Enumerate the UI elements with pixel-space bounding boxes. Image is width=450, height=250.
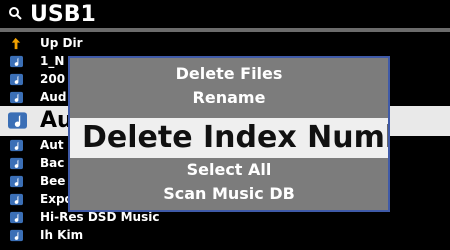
- search-icon[interactable]: [8, 6, 22, 20]
- context-menu: Delete Files Rename Delete Index Numb Se…: [68, 56, 390, 212]
- menu-item-delete-files[interactable]: Delete Files: [70, 62, 388, 86]
- folder-music-icon: [10, 229, 23, 242]
- folder-music-icon: [10, 157, 23, 170]
- folder-music-icon: [10, 73, 23, 86]
- list-item-label: Bee: [40, 174, 66, 188]
- page-title: USB1: [30, 2, 96, 27]
- folder-music-icon: [10, 55, 23, 68]
- header-divider: [0, 28, 450, 32]
- menu-item-rename[interactable]: Rename: [70, 86, 388, 110]
- menu-item-scan-music-db[interactable]: Scan Music DB: [70, 182, 388, 206]
- list-item-up-dir[interactable]: Up Dir: [0, 34, 450, 52]
- list-item-label: Ih Kim: [40, 228, 84, 242]
- folder-music-icon: [8, 112, 27, 129]
- list-item-label: 1_N: [40, 54, 65, 68]
- list-item-label: Bac: [40, 156, 65, 170]
- list-item-label: Aud: [40, 90, 67, 104]
- list-item-label: Aut: [40, 138, 64, 152]
- folder-music-icon: [10, 175, 23, 188]
- list-item-label: Up Dir: [40, 36, 83, 50]
- folder-music-icon: [10, 211, 23, 224]
- folder-music-icon: [10, 139, 23, 152]
- up-arrow-icon: [11, 37, 21, 50]
- menu-item-select-all[interactable]: Select All: [70, 158, 388, 182]
- header: USB1: [0, 0, 450, 32]
- menu-item-delete-index-number[interactable]: Delete Index Numb: [70, 118, 388, 158]
- list-item-label: 200: [40, 72, 66, 86]
- folder-music-icon: [10, 91, 23, 104]
- folder-music-icon: [10, 193, 23, 206]
- list-item[interactable]: Ih Kim: [0, 226, 450, 244]
